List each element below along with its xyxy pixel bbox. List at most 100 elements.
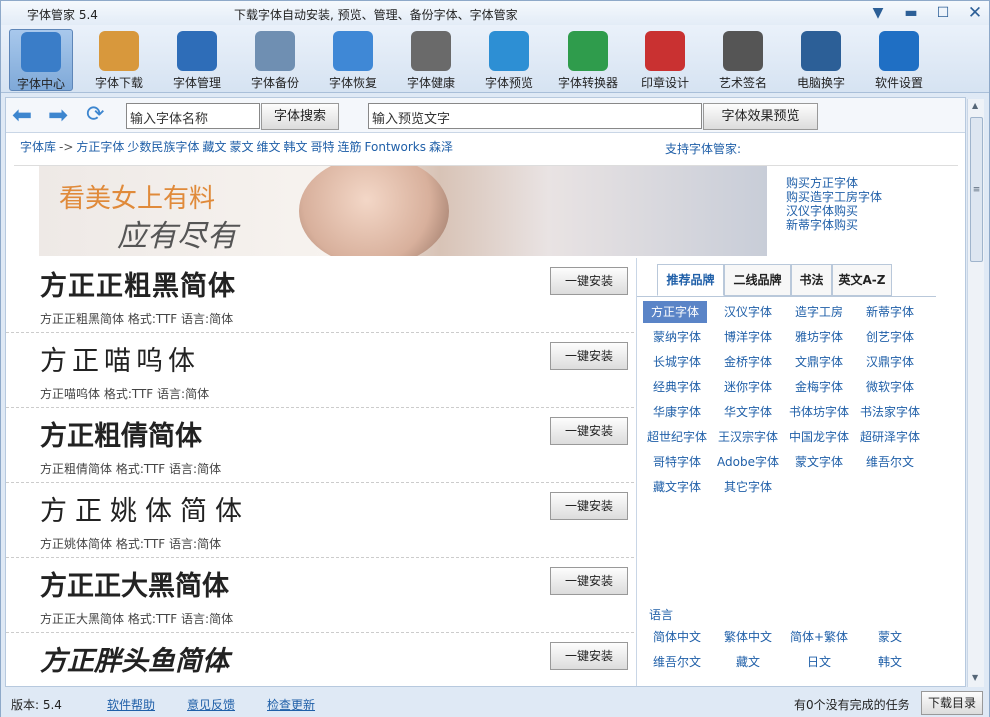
brand-link[interactable]: 方正字体	[643, 301, 707, 323]
toolbar-button-9[interactable]: 艺术签名	[711, 29, 775, 91]
home-icon	[21, 32, 61, 72]
tab-1[interactable]: 二线品牌	[724, 264, 791, 296]
brand-link[interactable]: 迷你字体	[714, 376, 782, 398]
brand-link[interactable]: 华康字体	[643, 401, 711, 423]
toolbar-button-0[interactable]: 字体中心	[9, 29, 73, 91]
brand-link[interactable]: 造字工房	[785, 301, 853, 323]
buy-link[interactable]: 购买方正字体	[786, 176, 882, 190]
toolbar-button-7[interactable]: 字体转换器	[553, 29, 623, 91]
brand-link[interactable]: 微软字体	[856, 376, 924, 398]
category-link[interactable]: 韩文	[283, 140, 307, 154]
brand-link[interactable]: 汉鼎字体	[856, 351, 924, 373]
brand-link[interactable]: 雅坊字体	[785, 326, 853, 348]
language-link[interactable]: 蒙文	[856, 626, 924, 648]
category-link[interactable]: 方正字体	[76, 140, 124, 154]
toolbar-button-6[interactable]: 字体预览	[477, 29, 541, 91]
brand-link[interactable]: 博洋字体	[714, 326, 782, 348]
brand-link[interactable]: 经典字体	[643, 376, 711, 398]
brand-link[interactable]: 蒙纳字体	[643, 326, 711, 348]
category-link[interactable]: 蒙文	[229, 140, 253, 154]
tab-3[interactable]: 英文A-Z	[832, 264, 892, 296]
buy-link[interactable]: 汉仪字体购买	[786, 204, 882, 218]
toolbar-label: 字体中心	[16, 77, 65, 91]
brand-link[interactable]: 书体坊字体	[785, 401, 853, 423]
update-link[interactable]: 检查更新	[267, 696, 315, 713]
download-dir-button[interactable]: 下载目录	[921, 691, 983, 715]
install-button[interactable]: 一键安装	[550, 567, 628, 595]
language-link[interactable]: 藏文	[714, 651, 782, 673]
toolbar-button-3[interactable]: 字体备份	[243, 29, 307, 91]
install-button[interactable]: 一键安装	[550, 492, 628, 520]
dropdown-menu-icon[interactable]: ▼	[867, 4, 889, 22]
brand-link[interactable]: 书法家字体	[856, 401, 924, 423]
brand-link[interactable]: 其它字体	[714, 476, 782, 498]
brand-link[interactable]: 王汉宗字体	[714, 426, 782, 448]
category-link[interactable]: 连筋	[338, 140, 362, 154]
language-link[interactable]: 简体中文	[643, 626, 711, 648]
install-button[interactable]: 一键安装	[550, 267, 628, 295]
refresh-icon[interactable]: ⟳	[86, 104, 116, 126]
minimize-icon[interactable]: ▬	[900, 4, 922, 22]
language-link[interactable]: 日文	[785, 651, 853, 673]
scroll-up-icon[interactable]: ▲	[972, 101, 978, 110]
close-icon[interactable]: ✕	[964, 4, 986, 22]
brand-link[interactable]: 超研泽字体	[856, 426, 924, 448]
language-link[interactable]: 维吾尔文	[643, 651, 711, 673]
toolbar-button-10[interactable]: 电脑换字	[789, 29, 853, 91]
toolbar-button-8[interactable]: 印章设计	[633, 29, 697, 91]
brand-link[interactable]: 华文字体	[714, 401, 782, 423]
brand-link[interactable]: 长城字体	[643, 351, 711, 373]
brand-link[interactable]: 藏文字体	[643, 476, 711, 498]
brand-link[interactable]: 金梅字体	[785, 376, 853, 398]
install-button[interactable]: 一键安装	[550, 342, 628, 370]
preview-text-input[interactable]: 输入预览文字	[368, 103, 702, 129]
category-link[interactable]: 哥特	[311, 140, 335, 154]
buy-link[interactable]: 新蒂字体购买	[786, 218, 882, 232]
category-link[interactable]: 森泽	[429, 140, 453, 154]
brand-link[interactable]: 汉仪字体	[714, 301, 782, 323]
toolbar-button-4[interactable]: 字体恢复	[321, 29, 385, 91]
scroll-down-icon[interactable]: ▼	[972, 673, 978, 682]
maximize-icon[interactable]: ☐	[932, 4, 954, 22]
ad-banner[interactable]: 看美女上有料 应有尽有	[39, 166, 767, 256]
category-link[interactable]: Fontworks	[365, 140, 426, 154]
brand-link[interactable]: 哥特字体	[643, 451, 711, 473]
brand-link[interactable]: 超世纪字体	[643, 426, 711, 448]
tab-2[interactable]: 书法	[791, 264, 832, 296]
font-preview-button[interactable]: 字体效果预览	[703, 103, 818, 130]
brand-link[interactable]: 创艺字体	[856, 326, 924, 348]
feedback-link[interactable]: 意见反馈	[187, 696, 235, 713]
back-arrow-icon[interactable]: ⬅	[12, 103, 42, 127]
category-link[interactable]: 藏文	[202, 140, 226, 154]
help-link[interactable]: 软件帮助	[107, 696, 155, 713]
toolbar-button-1[interactable]: 字体下载	[87, 29, 151, 91]
forward-arrow-icon[interactable]: ➡	[48, 103, 78, 127]
brand-link[interactable]: Adobe字体	[714, 451, 782, 473]
brand-link[interactable]: 中国龙字体	[785, 426, 853, 448]
brand-link[interactable]: 文鼎字体	[785, 351, 853, 373]
install-button[interactable]: 一键安装	[550, 642, 628, 670]
font-name-input[interactable]: 输入字体名称	[126, 103, 260, 129]
toolbar-button-5[interactable]: 字体健康	[399, 29, 463, 91]
brand-link[interactable]: 金桥字体	[714, 351, 782, 373]
install-button[interactable]: 一键安装	[550, 417, 628, 445]
tab-0[interactable]: 推荐品牌	[657, 264, 724, 296]
category-link[interactable]: 维文	[256, 140, 280, 154]
category-link[interactable]: 少数民族字体	[127, 140, 199, 154]
font-preview-name: 方正粗倩简体	[40, 421, 202, 452]
language-link[interactable]: 韩文	[856, 651, 924, 673]
brand-link[interactable]: 维吾尔文	[856, 451, 924, 473]
brand-link[interactable]: 蒙文字体	[785, 451, 853, 473]
toolbar-button-2[interactable]: 字体管理	[165, 29, 229, 91]
category-link[interactable]: 字体库	[20, 140, 56, 154]
scroll-thumb[interactable]: ≡	[970, 117, 983, 262]
toolbar-button-11[interactable]: 软件设置	[867, 29, 931, 91]
language-link[interactable]: 繁体中文	[714, 626, 782, 648]
font-search-button[interactable]: 字体搜索	[261, 103, 339, 130]
brand-link[interactable]: 新蒂字体	[856, 301, 924, 323]
vertical-scrollbar[interactable]: ▲ ≡ ▼	[967, 99, 984, 687]
language-link[interactable]: 简体+繁体	[785, 626, 853, 648]
seal-icon	[645, 31, 685, 71]
font-item: 方正姚体简体 方正姚体简体 格式:TTF 语言:简体 一键安装	[6, 483, 634, 558]
buy-link[interactable]: 购买造字工房字体	[786, 190, 882, 204]
